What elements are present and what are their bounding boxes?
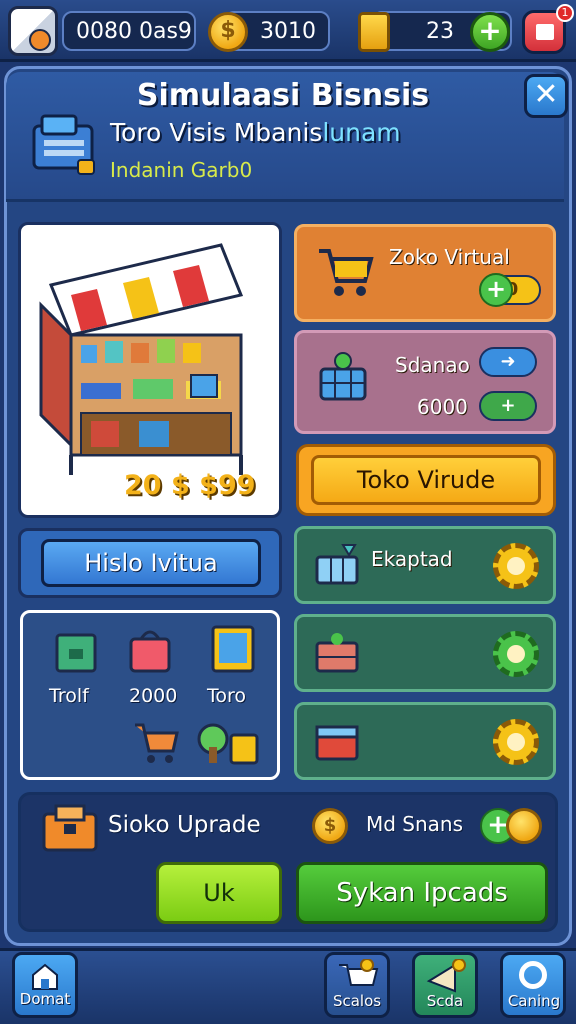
toko-virude-label: Toko Virude	[311, 455, 541, 505]
coin-icon: $	[312, 808, 348, 844]
zoko-label: Zoko Virtual	[389, 245, 510, 269]
gear-icon[interactable]	[493, 543, 539, 589]
nav-sales-label: Scalos	[332, 992, 382, 1010]
currency-value: 0080 0as9	[76, 18, 192, 44]
plants-icon	[197, 723, 259, 765]
sdanao-card[interactable]: Sdanao ➜ 6000 +	[294, 330, 556, 434]
zoko-add-button[interactable]: +	[479, 273, 513, 307]
sdanao-share-button[interactable]: ➜	[479, 347, 537, 377]
inventory-label-2: 2000	[129, 685, 178, 707]
cart-icon	[339, 959, 379, 986]
upgrade-slot-3[interactable]	[294, 702, 556, 780]
close-button[interactable]: ✕	[524, 74, 568, 118]
upgrade-label: Sioko Uprade	[108, 812, 261, 838]
cart-icon	[135, 723, 179, 763]
cash-register-icon	[32, 114, 95, 175]
add-gems-button[interactable]: +	[470, 12, 510, 52]
basket-icon	[315, 544, 359, 585]
subtitle-accent: lunam	[322, 118, 401, 147]
shop-price: 20 $ $99	[124, 470, 256, 501]
shopping-bag-icon	[129, 630, 171, 673]
history-label: Hislo Ivitua	[41, 539, 261, 587]
bottom-nav	[0, 948, 576, 1024]
inventory-label-3: Toro	[207, 685, 247, 707]
coin-value: 3010	[260, 18, 316, 44]
game-logo-icon[interactable]	[8, 6, 58, 56]
megaphone-icon	[426, 959, 466, 993]
subtitle-main: Toro Visis Mbanis	[110, 118, 323, 147]
ekaptad-label: Ekaptad	[371, 547, 453, 571]
nav-scale-label: Scda	[426, 992, 464, 1010]
inventory-panel: Trolf 2000 Toro	[20, 610, 280, 780]
ekaptad-card[interactable]: Ekaptad	[294, 526, 556, 604]
inventory-label-1: Trolf	[49, 685, 89, 707]
gear-icon[interactable]	[493, 631, 539, 677]
page-title: Simulaasi Bisnsis	[136, 78, 430, 113]
mail-icon	[536, 24, 554, 40]
home-icon	[32, 963, 58, 990]
notification-badge: 1	[556, 4, 574, 22]
sdanao-label: Sdanao	[395, 353, 470, 377]
picture-frame-icon	[211, 625, 255, 673]
shopping-cart-icon	[319, 249, 374, 296]
nav-settings-label: Caning	[507, 992, 561, 1010]
zoko-virtual-card[interactable]: Zoko Virtual 0 +	[294, 224, 556, 322]
crate-icon	[315, 633, 359, 673]
shopping-basket-icon	[319, 352, 367, 401]
upgrade-right-label: Md Snans	[366, 812, 464, 836]
upgrade-button[interactable]: Sykan Ipcads	[296, 862, 548, 924]
coin-icon	[506, 808, 542, 844]
currency-counter: 0080 0as9	[62, 11, 196, 51]
nav-home[interactable]	[12, 952, 78, 1018]
sdanao-add-button[interactable]: +	[479, 391, 537, 421]
settings-ring-icon	[519, 961, 547, 989]
nav-home-label: Domat	[19, 990, 71, 1008]
coin-icon: $	[208, 12, 248, 52]
gear-icon[interactable]	[493, 719, 539, 765]
gem-icon	[358, 12, 390, 52]
upgrade-slot-2[interactable]	[294, 614, 556, 692]
gem-value: 23	[426, 18, 454, 44]
store-tagline: Indanin Garb0	[110, 158, 253, 182]
ok-button[interactable]: Uk	[156, 862, 282, 924]
sdanao-value: 6000	[417, 395, 468, 419]
toko-virude-button[interactable]: Toko Virude	[296, 444, 556, 516]
history-button[interactable]: Hislo Ivitua	[18, 528, 282, 598]
box-icon	[315, 725, 359, 761]
store-subtitle: Toro Visis Mbanislunam	[110, 118, 401, 147]
package-icon	[42, 804, 98, 852]
green-box-icon	[55, 633, 97, 673]
